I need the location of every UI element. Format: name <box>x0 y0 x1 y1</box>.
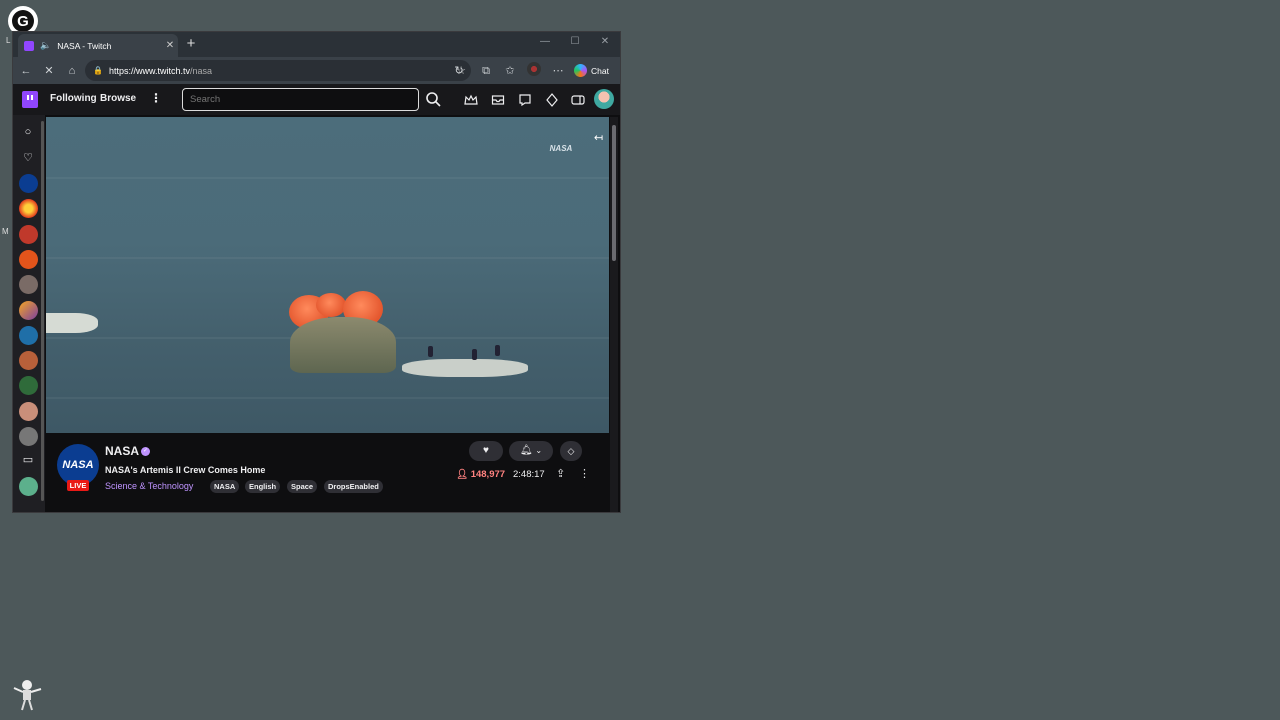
inbox-icon[interactable] <box>490 92 506 108</box>
heart-icon: ♥ <box>483 445 489 456</box>
bits-icon: ◇ <box>567 446 575 456</box>
channel-name[interactable]: NASA <box>105 444 139 458</box>
parachute-image <box>316 293 346 317</box>
home-icon[interactable]: ⌂ <box>63 62 81 80</box>
crown-icon[interactable] <box>463 92 479 108</box>
sidebar-channel-avatar[interactable] <box>19 275 38 294</box>
stream-tag[interactable]: Space <box>287 480 318 493</box>
more-options-vertical-icon[interactable]: ⋮ <box>579 467 590 480</box>
twitch-page: Following Browse ⋮ Search ○ ♡ ▭ NASA ↤ N… <box>13 84 620 512</box>
desktop-icon-label-fragment: M <box>2 227 9 236</box>
new-tab-button[interactable]: + <box>183 35 199 53</box>
nav-browse[interactable]: Browse <box>100 93 136 104</box>
viewer-count: 👤︎ 148,977 <box>456 469 506 480</box>
twitch-top-nav: Following Browse ⋮ <box>13 84 620 115</box>
profile-avatar-icon[interactable] <box>525 62 543 80</box>
sidebar-channel-avatar[interactable] <box>19 402 38 421</box>
sidebar-channel-avatar[interactable] <box>19 326 38 345</box>
recommended-icon[interactable]: ○ <box>21 126 35 140</box>
helicopter-boat-image <box>46 313 98 333</box>
minimize-icon[interactable]: — <box>533 36 557 47</box>
chat-label: Chat <box>591 65 609 76</box>
extensions-icon[interactable]: ⧉ <box>477 62 495 80</box>
lock-icon[interactable]: 🔒 <box>93 66 103 75</box>
browser-toolbar: ← ✕ ⌂ 🔒 https://www.twitch.tv/nasa ☆ ↻ ⧉… <box>13 57 620 84</box>
maximize-icon[interactable]: ☐ <box>563 36 587 47</box>
share-icon[interactable]: ⇪ <box>556 467 565 480</box>
browser-window: 🔈 NASA - Twitch ✕ + — ☐ ✕ ← ✕ ⌂ 🔒 https:… <box>12 31 621 513</box>
sidebar-channel-avatar[interactable] <box>19 376 38 395</box>
chevron-down-icon: ⌄ <box>535 446 543 455</box>
stream-tag[interactable]: English <box>245 480 281 493</box>
twitch-favicon-icon <box>24 40 34 51</box>
verified-badge-icon: ✓ <box>141 447 150 456</box>
scrollbar-thumb[interactable] <box>612 125 616 261</box>
notifications-button[interactable]: 🔔︎ ⌄ <box>509 441 553 461</box>
nasa-watermark: NASA <box>549 144 573 153</box>
sidebar-channel-avatar[interactable] <box>19 477 38 496</box>
refresh-extension-icon[interactable]: ↻ <box>450 62 468 80</box>
bits-cheer-button[interactable]: ◇ <box>560 441 582 461</box>
collapse-panel-icon[interactable]: ↤ <box>594 131 603 144</box>
page-scrollbar[interactable] <box>610 117 618 512</box>
recovery-boat-image <box>402 359 528 377</box>
title-bar: 🔈 NASA - Twitch ✕ + — ☐ ✕ <box>13 32 620 57</box>
twitch-logo-icon[interactable] <box>22 91 38 108</box>
address-bar[interactable]: 🔒 https://www.twitch.tv/nasa ☆ <box>85 60 471 81</box>
live-badge: LIVE <box>67 480 89 491</box>
camera-icon[interactable]: ▭ <box>21 453 35 467</box>
orion-capsule-image <box>290 317 396 373</box>
more-options-icon[interactable]: ⋮ <box>150 91 162 105</box>
desktop-astronaut-icon[interactable] <box>10 676 44 712</box>
stream-info-panel: NASA LIVE NASA ✓ NASA's Artemis II Crew … <box>46 435 609 512</box>
favorites-icon[interactable]: ✩ <box>501 62 519 80</box>
stream-category[interactable]: Science & Technology <box>105 481 193 491</box>
video-player[interactable]: NASA ↤ <box>46 117 609 433</box>
sidebar-channel-avatar[interactable] <box>19 225 38 244</box>
browser-tab[interactable]: 🔈 NASA - Twitch ✕ <box>18 34 178 57</box>
sidebar-channel-avatar[interactable] <box>19 301 38 320</box>
sidebar-channel-avatar[interactable] <box>19 199 38 218</box>
stream-tag[interactable]: DropsEnabled <box>324 480 383 493</box>
bits-icon[interactable] <box>544 92 560 108</box>
sidebar-channel-avatar[interactable] <box>19 174 38 193</box>
prime-ticket-icon[interactable] <box>570 92 586 108</box>
bell-icon: 🔔︎ <box>519 445 533 456</box>
stream-uptime: 2:48:17 <box>513 469 545 480</box>
sidebar-channel-avatar[interactable] <box>19 351 38 370</box>
nav-following[interactable]: Following <box>50 93 97 104</box>
following-heart-icon[interactable]: ♡ <box>21 151 35 165</box>
copilot-icon <box>574 64 587 77</box>
speaker-icon[interactable]: 🔈 <box>40 40 51 51</box>
stream-tag[interactable]: NASA <box>210 480 240 493</box>
sidebar-channel-avatar[interactable] <box>19 250 38 269</box>
stream-title: NASA's Artemis II Crew Comes Home <box>105 465 266 475</box>
g-logo-icon: G <box>12 10 34 32</box>
search-input[interactable] <box>182 88 419 111</box>
search-icon <box>426 92 441 107</box>
desktop-icon-label-fragment: L <box>6 36 11 45</box>
back-arrow-icon[interactable]: ← <box>17 62 35 80</box>
whispers-icon[interactable] <box>517 92 533 108</box>
copilot-chat-button[interactable]: Chat <box>574 61 609 80</box>
followed-channels-sidebar: ○ ♡ ▭ <box>13 115 45 512</box>
stop-loading-icon[interactable]: ✕ <box>40 62 58 80</box>
close-window-icon[interactable]: ✕ <box>593 36 617 47</box>
more-menu-icon[interactable]: ⋯ <box>549 62 567 80</box>
follow-button[interactable]: ♥ <box>469 441 503 461</box>
close-tab-icon[interactable]: ✕ <box>162 40 178 51</box>
tab-title: NASA - Twitch <box>57 40 112 51</box>
url-text: https://www.twitch.tv/nasa <box>108 65 213 76</box>
user-avatar[interactable] <box>594 89 614 109</box>
sidebar-scrollbar[interactable] <box>41 121 44 501</box>
search-button[interactable] <box>422 88 444 111</box>
sidebar-channel-avatar[interactable] <box>19 427 38 446</box>
